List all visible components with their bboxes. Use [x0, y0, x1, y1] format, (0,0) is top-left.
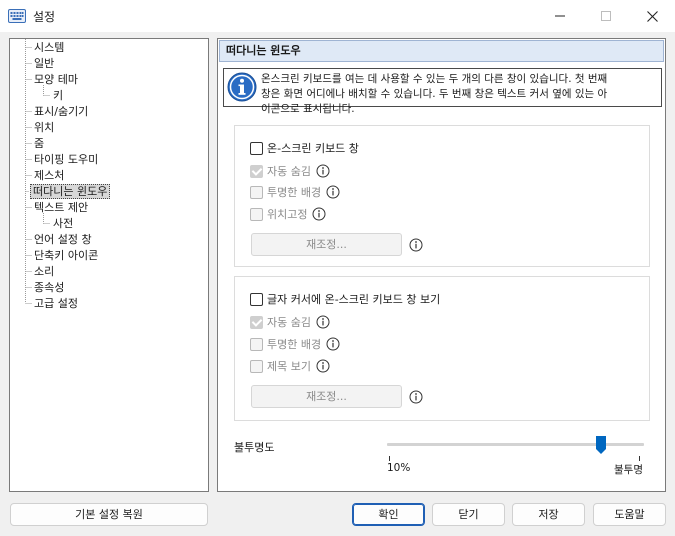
- info-icon[interactable]: [409, 390, 423, 404]
- title-bar: 설정: [0, 0, 675, 32]
- text-cursor-keyboard-option[interactable]: 글자 커서에 온-스크린 키보드 창 보기: [250, 291, 440, 307]
- auto-hide-option-1[interactable]: 자동 숨김: [250, 163, 330, 179]
- slider-tick-max: [639, 456, 640, 461]
- reset-button-2[interactable]: 재조정...: [251, 385, 402, 408]
- fixed-position-option[interactable]: 위치고정: [250, 206, 326, 222]
- close-dialog-button[interactable]: 닫기: [432, 503, 505, 526]
- text-cursor-keyboard-checkbox[interactable]: [250, 292, 263, 306]
- opacity-max-label: 불투명: [614, 464, 643, 476]
- close-button[interactable]: [629, 0, 675, 32]
- minimize-icon: [555, 15, 565, 17]
- fixed-position-checkbox[interactable]: [250, 207, 263, 221]
- text-cursor-keyboard-group: 글자 커서에 온-스크린 키보드 창 보기 자동 숨김 투명한 배경 제목 보기…: [234, 276, 650, 421]
- info-icon[interactable]: [326, 337, 340, 351]
- info-icon[interactable]: [409, 238, 423, 252]
- window-title: 설정: [33, 10, 56, 24]
- onscreen-keyboard-window-checkbox[interactable]: [250, 141, 263, 155]
- info-line: 이콘으로 표시됩니다.: [261, 103, 355, 115]
- onscreen-keyboard-window-group: 온-스크린 키보드 창 자동 숨김 투명한 배경 위치고정 재조정...: [234, 125, 650, 267]
- tree-item-dependencies[interactable]: 종속성: [34, 280, 64, 295]
- tree-item-typing-helper[interactable]: 타이핑 도우미: [34, 152, 98, 167]
- show-title-label: 제목 보기: [267, 360, 311, 373]
- tree-item-shortcut-icon[interactable]: 단축키 아이콘: [34, 248, 98, 263]
- info-icon[interactable]: [316, 315, 330, 329]
- info-box: 온스크린 키보드를 여는 데 사용할 수 있는 두 개의 다른 창이 있습니다.…: [223, 68, 662, 115]
- onscreen-keyboard-window-option[interactable]: 온-스크린 키보드 창: [250, 140, 359, 156]
- ok-button[interactable]: 확인: [352, 503, 425, 526]
- info-description: 온스크린 키보드를 여는 데 사용할 수 있는 두 개의 다른 창이 있습니다.…: [261, 72, 659, 117]
- transparent-bg-checkbox-2[interactable]: [250, 337, 263, 351]
- close-icon: [646, 10, 658, 22]
- info-icon[interactable]: [316, 359, 330, 373]
- tree-item-advanced[interactable]: 고급 설정: [34, 296, 78, 311]
- show-title-checkbox[interactable]: [250, 359, 263, 373]
- info-line: 창은 화면 어디에나 배치할 수 있습니다. 두 번째 창은 텍스트 커서 옆에…: [261, 88, 608, 100]
- auto-hide-checkbox-1[interactable]: [250, 164, 263, 178]
- reset-button-1[interactable]: 재조정...: [251, 233, 402, 256]
- keyboard-icon: [8, 9, 26, 23]
- info-icon: [227, 72, 257, 102]
- maximize-button[interactable]: [583, 0, 629, 32]
- show-title-option[interactable]: 제목 보기: [250, 358, 330, 374]
- auto-hide-label-1: 자동 숨김: [267, 165, 311, 178]
- opacity-label: 불투명도: [234, 441, 275, 454]
- onscreen-keyboard-window-label: 온-스크린 키보드 창: [267, 142, 359, 155]
- tree-item-system[interactable]: 시스템: [34, 40, 64, 55]
- transparent-bg-label-1: 투명한 배경: [267, 186, 322, 199]
- tree-item-position[interactable]: 위치: [34, 120, 54, 135]
- restore-defaults-button[interactable]: 기본 설정 복원: [10, 503, 208, 526]
- tree-item-language-window[interactable]: 언어 설정 창: [34, 232, 92, 247]
- tree-item-gestures[interactable]: 제스처: [34, 168, 64, 183]
- text-cursor-keyboard-label: 글자 커서에 온-스크린 키보드 창 보기: [267, 293, 441, 306]
- info-line: 온스크린 키보드를 여는 데 사용할 수 있는 두 개의 다른 창이 있습니다.…: [261, 73, 608, 85]
- save-button[interactable]: 저장: [512, 503, 585, 526]
- tree-item-text-suggestions[interactable]: 텍스트 제안: [34, 200, 88, 215]
- opacity-slider-thumb[interactable]: [595, 435, 607, 455]
- fixed-position-label: 위치고정: [267, 208, 308, 221]
- transparent-bg-label-2: 투명한 배경: [267, 338, 322, 351]
- minimize-button[interactable]: [537, 0, 583, 32]
- maximize-icon: [601, 11, 611, 21]
- auto-hide-label-2: 자동 숨김: [267, 316, 311, 329]
- transparent-bg-checkbox-1[interactable]: [250, 185, 263, 199]
- info-icon[interactable]: [312, 207, 326, 221]
- settings-panel: 떠다니는 윈도우 온스크린 키보드를 여는 데 사용할 수 있는 두 개의 다른…: [217, 38, 666, 492]
- opacity-min-label: 10%: [387, 462, 411, 474]
- tree-item-floating-window[interactable]: 떠다니는 윈도우: [30, 184, 111, 199]
- tree-item-sound[interactable]: 소리: [34, 264, 54, 279]
- tree-item-zoom[interactable]: 줌: [34, 136, 44, 151]
- tree-item-dictionary[interactable]: 사전: [53, 216, 73, 231]
- panel-title: 떠다니는 윈도우: [219, 40, 664, 62]
- settings-tree[interactable]: 시스템 일반 모양 테마 키 표시/숨기기 위치 줌 타이핑 도우미 제스처 떠…: [9, 38, 209, 492]
- info-icon[interactable]: [326, 185, 340, 199]
- tree-item-keys[interactable]: 키: [53, 88, 63, 103]
- auto-hide-option-2[interactable]: 자동 숨김: [250, 314, 330, 330]
- transparent-bg-option-2[interactable]: 투명한 배경: [250, 336, 340, 352]
- help-button[interactable]: 도움말: [593, 503, 666, 526]
- slider-tick-min: [389, 456, 390, 461]
- tree-item-general[interactable]: 일반: [34, 56, 54, 71]
- info-icon[interactable]: [316, 164, 330, 178]
- auto-hide-checkbox-2[interactable]: [250, 315, 263, 329]
- tree-item-show-hide[interactable]: 표시/숨기기: [34, 104, 88, 119]
- transparent-bg-option-1[interactable]: 투명한 배경: [250, 184, 340, 200]
- tree-item-theme[interactable]: 모양 테마: [34, 72, 78, 87]
